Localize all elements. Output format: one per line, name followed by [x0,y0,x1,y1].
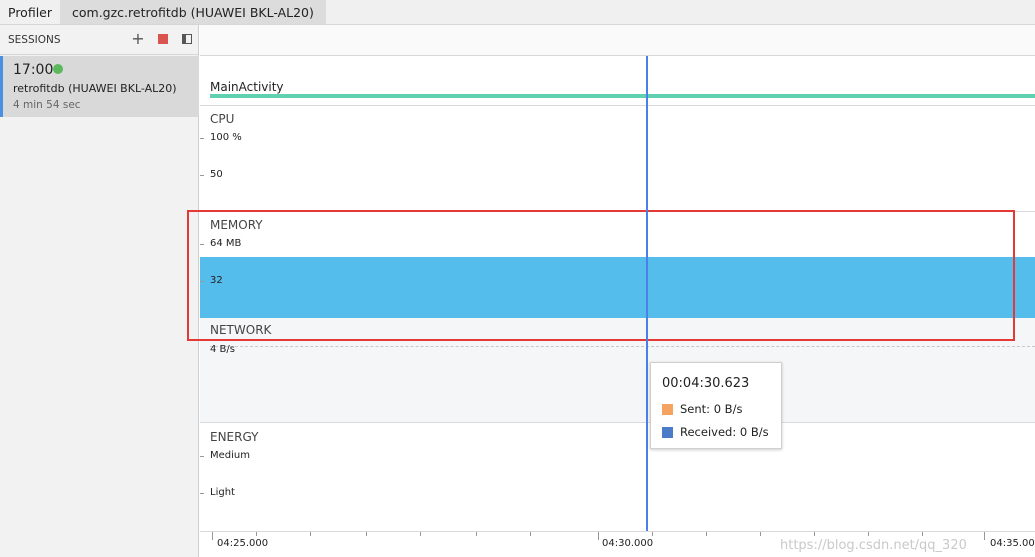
axis-minor-tick [476,532,477,536]
sessions-header: SESSIONS + [0,25,198,55]
axis-minor-tick [530,532,531,536]
session-time: 17:00 [13,62,54,78]
tooltip-time: 00:04:30.623 [662,376,750,391]
axis-minor-tick [420,532,421,536]
axis-label: 04:25.000 [217,538,269,549]
cpu-max-tick [200,138,204,139]
process-tab[interactable]: com.gzc.retrofitdb (HUAWEI BKL-AL20) [60,0,326,24]
cpu-mid-tick [200,175,204,176]
received-swatch-icon [662,426,673,438]
tooltip-sent-row: Sent: 0 B/s [662,402,742,416]
activity-lane[interactable]: MainActivity [200,56,1035,106]
activity-bar[interactable] [210,94,1035,98]
axis-major-tick [212,532,213,540]
activity-label: MainActivity [210,80,284,94]
axis-minor-tick [706,532,707,536]
sent-swatch-icon [662,403,673,415]
sessions-panel: SESSIONS + 17:00 retrofitdb (HUAWEI BKL-… [0,25,199,557]
title-bar: Profiler com.gzc.retrofitdb (HUAWEI BKL-… [0,0,1035,25]
energy-title: ENERGY [210,430,259,444]
axis-major-tick [598,532,599,540]
axis-minor-tick [760,532,761,536]
axis-minor-tick [256,532,257,536]
session-duration: 4 min 54 sec [13,99,81,111]
energy-lane[interactable]: ENERGY Medium Light [200,423,1035,531]
profiler-tab[interactable]: Profiler [0,0,60,24]
axis-minor-tick [868,532,869,536]
network-tooltip: 00:04:30.623 Sent: 0 B/s Received: 0 B/s [650,362,782,449]
tooltip-received: Received: 0 B/s [680,425,769,439]
axis-major-tick [984,532,985,540]
axis-minor-tick [310,532,311,536]
axis-minor-tick [652,532,653,536]
tooltip-received-row: Received: 0 B/s [662,425,769,439]
session-active-icon [53,64,63,74]
highlight-box [187,210,1015,341]
axis-minor-tick [366,532,367,536]
session-device: retrofitdb (HUAWEI BKL-AL20) [13,82,177,95]
energy-high-label: Medium [210,450,250,461]
profiler-main: MainActivity CPU 100 % 50 MEMORY 64 MB 3… [187,25,1035,557]
cpu-mid-label: 50 [210,169,223,180]
stop-session-icon[interactable] [157,33,169,45]
energy-low-tick [200,493,204,494]
cpu-max-label: 100 % [210,132,242,143]
axis-minor-tick [814,532,815,536]
cpu-title: CPU [210,112,235,126]
session-item[interactable]: 17:00 retrofitdb (HUAWEI BKL-AL20) 4 min… [0,56,199,117]
sessions-label: SESSIONS [8,33,61,46]
collapse-panel-icon[interactable] [181,33,193,45]
cpu-lane[interactable]: CPU 100 % 50 [200,106,1035,212]
watermark-text: https://blog.csdn.net/qq_320 [780,538,967,553]
timeline-cursor[interactable] [646,56,648,531]
axis-minor-tick [922,532,923,536]
energy-high-tick [200,456,204,457]
profiler-toolbar [200,25,1035,56]
energy-low-label: Light [210,487,235,498]
time-axis[interactable]: 04:25.000 04:30.000 https://blog.csdn.ne… [200,531,1035,557]
tooltip-sent: Sent: 0 B/s [680,402,743,416]
axis-label: 04:35.000 [988,538,1035,549]
network-max-label: 4 B/s [210,344,235,355]
axis-label: 04:30.000 [602,538,654,549]
add-session-icon[interactable]: + [131,31,144,47]
